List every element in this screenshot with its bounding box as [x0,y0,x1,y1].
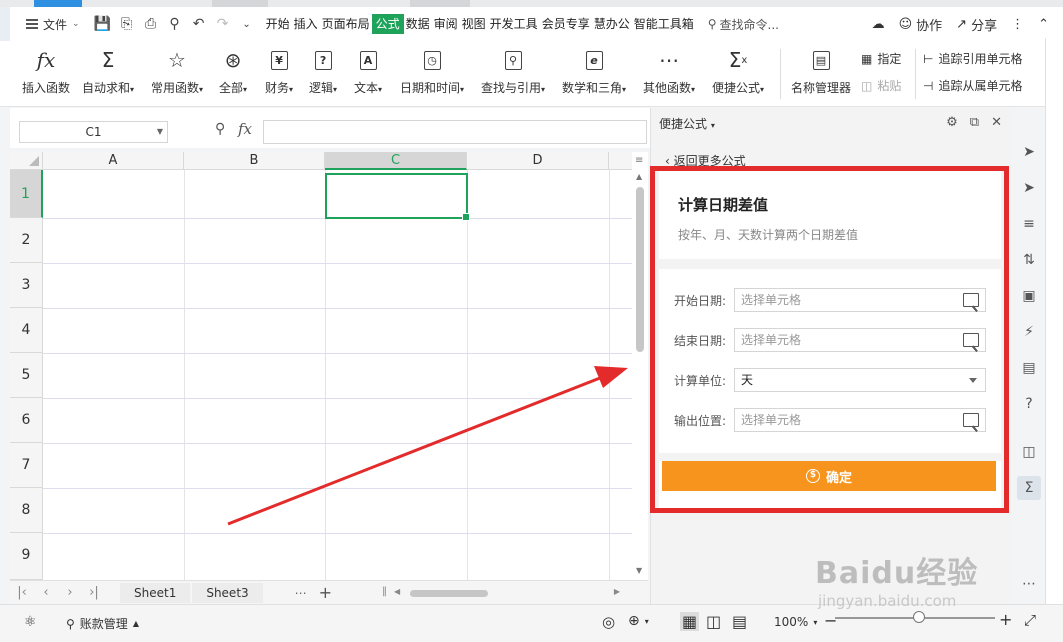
app-window: 文件 ⌄ 💾 ⎘ ⎙ ⚲ ↶ ↷ ⌄ 开始 插入 页面布局 公式 数据 审阅 视… [0,0,1063,642]
baidu-watermark: Baidu经验 [815,556,979,591]
annotation-arrow [227,366,628,526]
arrow-head [594,366,628,388]
arrow-shaft [227,376,601,526]
baidu-watermark-url: jingyan.baidu.com [818,592,957,610]
